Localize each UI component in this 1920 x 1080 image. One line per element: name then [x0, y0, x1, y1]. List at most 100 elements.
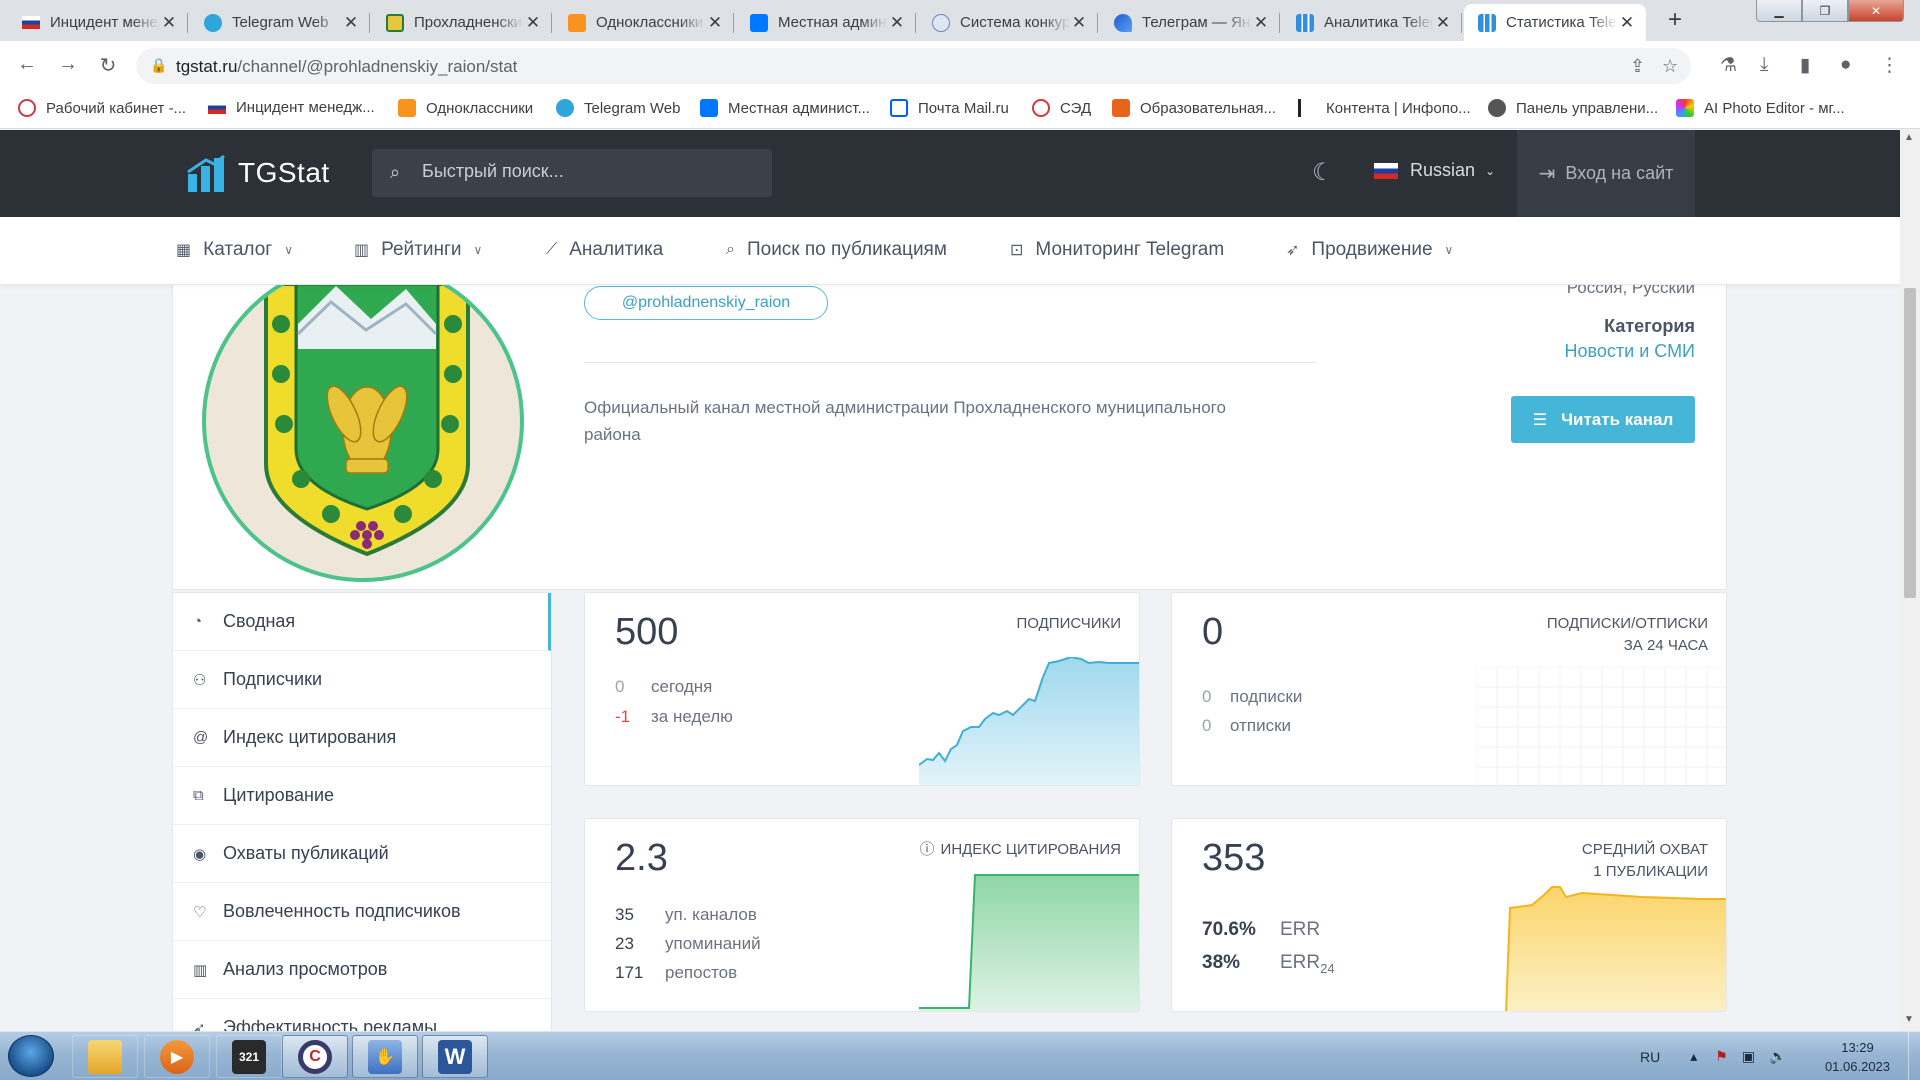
list-icon: ☰ — [1532, 411, 1548, 429]
taskbar-app[interactable]: ✋ — [352, 1035, 418, 1078]
rocket-icon: ➶ — [1286, 242, 1300, 259]
minimize-icon[interactable]: ▁ — [1756, 0, 1802, 22]
info-icon[interactable]: ⓘ — [920, 841, 935, 858]
moon-icon[interactable]: ☾ — [1312, 158, 1334, 187]
scroll-down-icon[interactable]: ▼ — [1904, 1014, 1914, 1025]
browser-tab-active[interactable]: Статистика Telegram ✕ — [1464, 4, 1646, 41]
taskbar-word[interactable]: W — [422, 1035, 488, 1078]
browser-tab[interactable]: Прохладненский район ✕ — [372, 4, 552, 41]
close-window-icon[interactable]: ✕ — [1848, 0, 1904, 22]
bookmark[interactable]: Одноклассники — [398, 99, 533, 117]
profile-icon[interactable]: ● — [1840, 54, 1851, 76]
channel-username[interactable]: @prohladnenskiy_raion — [584, 286, 828, 320]
tgstat-icon — [1296, 13, 1314, 32]
sidebar-item-summary[interactable]: ◔ Сводная — [173, 593, 551, 651]
tgstat-logo[interactable]: TGStat — [186, 154, 330, 192]
sidebar-item-engagement[interactable]: ♡ Вовлеченность подписчиков — [173, 883, 551, 941]
bookmark[interactable]: Почта Mail.ru — [890, 99, 1009, 117]
sidebar-item-ad-efficiency[interactable]: ➶ Эффективность рекламы — [173, 999, 551, 1031]
bar-chart-icon: ▥ — [354, 242, 370, 259]
tab-close-icon[interactable]: ✕ — [160, 13, 178, 33]
tab-close-icon[interactable]: ✕ — [1434, 13, 1452, 33]
tab-close-icon[interactable]: ✕ — [342, 13, 360, 33]
nav-monitoring[interactable]: ⊡ Мониторинг Telegram — [1010, 239, 1224, 261]
line-chart-icon: ⟋ — [546, 241, 558, 258]
new-tab-icon[interactable]: + — [1660, 6, 1690, 34]
telegram-icon — [204, 13, 222, 32]
sidebar-item-subscribers[interactable]: ⚇ Подписчики — [173, 651, 551, 709]
tray-expand-icon[interactable]: ▴ — [1690, 1048, 1697, 1065]
sidebar-item-citation[interactable]: ⧉ Цитирование — [173, 767, 551, 825]
browser-tab[interactable]: Аналитика Telegram ✕ — [1282, 4, 1462, 41]
quick-search[interactable]: ⌕ — [372, 149, 772, 197]
media-player-icon: ▶ — [160, 1039, 194, 1074]
browser-tab[interactable]: Местная администрация ✕ — [736, 4, 916, 41]
nav-analytics[interactable]: ⟋ Аналитика — [546, 239, 663, 261]
browser-tab[interactable]: Одноклассники ✕ — [554, 4, 734, 41]
taskbar-clock[interactable]: 13:29 01.06.2023 — [1810, 1038, 1905, 1076]
tab-close-icon[interactable]: ✕ — [1252, 13, 1270, 33]
language-selector[interactable]: Russian ⌄ — [1374, 160, 1495, 181]
bookmark[interactable]: Контента | Инфопо... — [1298, 99, 1471, 117]
back-icon[interactable]: ← — [14, 53, 40, 76]
browser-tab[interactable]: Telegram Web ✕ — [190, 4, 370, 41]
start-button[interactable] — [8, 1035, 54, 1077]
bookmark[interactable]: Образовательная... — [1112, 99, 1276, 117]
k-icon — [1298, 99, 1316, 117]
card-title: ⓘ ИНДЕКС ЦИТИРОВАНИЯ — [919, 841, 1121, 858]
menu-icon[interactable]: ⋮ — [1880, 54, 1899, 77]
tab-close-icon[interactable]: ✕ — [1618, 13, 1636, 33]
tab-close-icon[interactable]: ✕ — [888, 13, 906, 33]
side-panel-icon[interactable]: ▮ — [1800, 54, 1810, 77]
bookmark[interactable]: Панель управлени... — [1488, 99, 1658, 117]
bookmark[interactable]: Рабочий кабинет -... — [18, 99, 186, 117]
search-input[interactable] — [422, 161, 752, 182]
flag-russia-icon — [208, 101, 226, 114]
download-icon[interactable]: ⤓ — [1760, 54, 1768, 76]
bookmark[interactable]: AI Photo Editor - мг... — [1676, 99, 1845, 117]
bookmark[interactable]: Telegram Web — [556, 99, 680, 117]
page-scrollbar[interactable]: ▲ ▼ — [1900, 130, 1920, 1031]
nav-ratings[interactable]: ▥ Рейтинги ∨ — [354, 239, 482, 261]
volume-icon[interactable]: 🔈 — [1769, 1048, 1786, 1065]
taskbar-media-player[interactable]: ▶ — [144, 1035, 210, 1078]
action-center-icon[interactable]: ⚑ — [1715, 1048, 1728, 1065]
tab-close-icon[interactable]: ✕ — [706, 13, 724, 33]
scroll-up-icon[interactable]: ▲ — [1904, 132, 1914, 143]
read-channel-button[interactable]: ☰ Читать канал — [1511, 396, 1695, 443]
nav-promotion[interactable]: ➶ Продвижение ∨ — [1286, 239, 1453, 261]
share-icon[interactable]: ⇪ — [1630, 56, 1645, 77]
sidebar-item-citation-index[interactable]: @ Индекс цитирования — [173, 709, 551, 767]
sidebar-item-reach[interactable]: ◉ Охваты публикаций — [173, 825, 551, 883]
browser-tab[interactable]: Телеграм — Яндекс ✕ — [1100, 4, 1280, 41]
nav-catalog[interactable]: ▦ Каталог ∨ — [176, 239, 293, 261]
login-button[interactable]: ⇥ Вход на сайт — [1517, 130, 1695, 217]
browser-tab[interactable]: Система конкурсов ✕ — [918, 4, 1098, 41]
nav-post-search[interactable]: ⌕ Поиск по публикациям — [726, 239, 947, 261]
tab-close-icon[interactable]: ✕ — [1070, 13, 1088, 33]
taskbar-explorer[interactable] — [72, 1035, 138, 1078]
show-desktop-button[interactable] — [1908, 1032, 1920, 1080]
sidebar-item-views-analysis[interactable]: ▥ Анализ просмотров — [173, 941, 551, 999]
tab-close-icon[interactable]: ✕ — [524, 13, 542, 33]
taskbar-mpc[interactable]: 321 — [216, 1035, 282, 1078]
scrollbar-thumb[interactable] — [1904, 288, 1916, 598]
network-icon[interactable]: ▣ — [1742, 1048, 1755, 1065]
star-icon[interactable]: ☆ — [1662, 56, 1678, 77]
extensions-icon[interactable]: ⚗ — [1720, 54, 1737, 77]
bookmark[interactable]: Инцидент менедж... — [208, 99, 375, 116]
browser-tab[interactable]: Инцидент менеджмент ✕ — [8, 4, 188, 41]
bookmark[interactable]: СЭД — [1032, 99, 1091, 117]
category-link[interactable]: Новости и СМИ — [1400, 341, 1695, 362]
lock-icon[interactable]: 🔒 — [150, 57, 167, 74]
forward-icon[interactable]: → — [55, 53, 81, 76]
bookmark[interactable]: Местная админист... — [700, 99, 870, 117]
tgstat-logo-icon — [187, 154, 225, 192]
reload-icon[interactable]: ↻ — [95, 53, 121, 78]
language-indicator[interactable]: RU — [1640, 1049, 1660, 1065]
taskbar-browser[interactable]: C — [282, 1035, 348, 1078]
url-input[interactable]: 🔒 tgstat.ru/channel/@prohladnenskiy_raio… — [136, 48, 1691, 84]
subs-unsubs-chart-grid — [1476, 667, 1726, 785]
monitor-icon: ⊡ — [1010, 242, 1024, 259]
restore-icon[interactable]: ❐ — [1802, 0, 1848, 22]
